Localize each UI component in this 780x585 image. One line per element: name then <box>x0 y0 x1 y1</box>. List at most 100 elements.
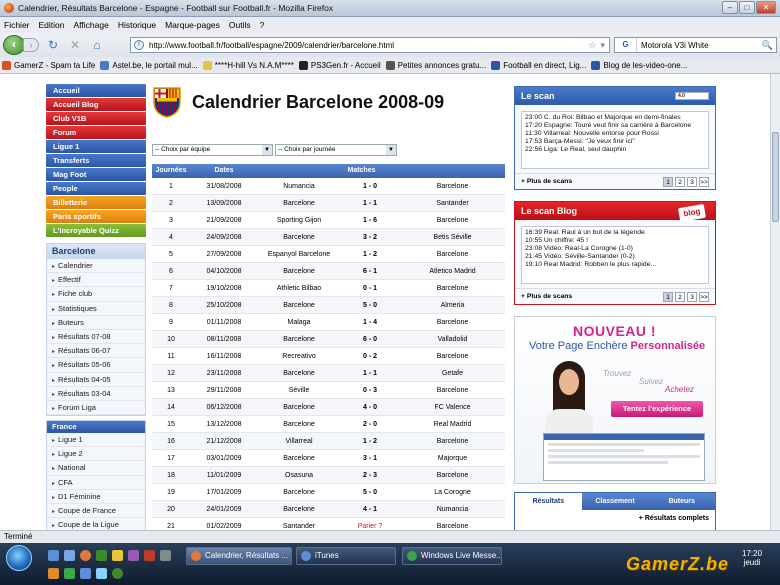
menu-edition[interactable]: Edition <box>39 20 65 30</box>
quicklaunch-icon[interactable] <box>128 550 139 561</box>
url-bar[interactable]: f http://www.football.fr/football/espagn… <box>130 37 610 53</box>
row-home-team[interactable]: Malaga <box>258 319 340 326</box>
row-home-team[interactable]: Barcelone <box>258 234 340 241</box>
page-link[interactable]: 3 <box>687 291 697 302</box>
taskbar-task-button[interactable]: Calendrier, Résultats ... <box>186 547 292 565</box>
row-away-team[interactable]: Barcelone <box>400 472 505 479</box>
page-link[interactable]: 1 <box>663 291 673 302</box>
row-home-team[interactable]: Espanyol Barcelone <box>258 251 340 258</box>
row-away-team[interactable]: Barcelone <box>400 285 505 292</box>
quicklaunch-icon[interactable] <box>80 568 91 579</box>
team-select[interactable]: -- Choix par équipe ▼ <box>152 144 273 156</box>
row-home-team[interactable]: Barcelone <box>258 336 340 343</box>
search-engine-icon[interactable]: G <box>615 38 637 52</box>
more-scans-link[interactable]: + Plus de scans <box>521 178 572 185</box>
row-away-team[interactable]: Barcelone <box>400 217 505 224</box>
search-box[interactable]: G Motorola V3i White 🔍 <box>614 37 777 53</box>
bookmark-item[interactable]: PS3Gen.fr - Accueil <box>298 60 381 70</box>
scan-item[interactable]: 21:45 Vidéo: Séville-Santander (0-2) <box>525 253 705 261</box>
page-link[interactable]: >> <box>699 176 709 187</box>
row-home-team[interactable]: Séville <box>258 387 340 394</box>
page-link[interactable]: 1 <box>663 176 673 187</box>
firefox-quicklaunch-icon[interactable] <box>80 550 91 561</box>
tab-resultats[interactable]: Résultats <box>515 493 582 510</box>
taskbar-task-button[interactable]: Windows Live Messe... <box>402 547 502 565</box>
row-away-team[interactable]: Majorque <box>400 455 505 462</box>
row-away-team[interactable]: FC Valence <box>400 404 505 411</box>
advertisement-banner[interactable]: NOUVEAU ! Votre Page Enchère Personnalis… <box>514 316 716 484</box>
bookmark-item[interactable]: Football en direct, Lig... <box>491 60 586 70</box>
row-home-team[interactable]: Barcelone <box>258 370 340 377</box>
quicklaunch-icon[interactable] <box>96 550 107 561</box>
row-home-team[interactable]: Barcelone <box>258 506 340 513</box>
barcelone-link-resultats-03-04[interactable]: ▸ Résultats 03-04 <box>47 387 145 401</box>
page-link[interactable]: 3 <box>687 176 697 187</box>
page-link[interactable]: 2 <box>675 291 685 302</box>
scan-item[interactable]: 19:10 Real Madrid: Robben le plus rapide… <box>525 261 705 269</box>
quicklaunch-icon[interactable] <box>160 550 171 561</box>
barcelone-link-calendrier[interactable]: ▸ Calendrier <box>47 259 145 274</box>
scan-item[interactable]: 16:39 Real: Raul à un but de la légende <box>525 229 705 237</box>
row-home-team[interactable]: Barcelone <box>258 421 340 428</box>
switch-windows-icon[interactable] <box>64 550 75 561</box>
scan-item[interactable]: 17:53 Barça-Messi: "Je veux finir ici" <box>525 138 705 146</box>
scan-item[interactable]: 17:20 Espagne: Touré veut finir sa carri… <box>525 122 705 130</box>
quicklaunch-icon[interactable] <box>112 568 123 579</box>
back-icon[interactable]: ‹ <box>3 35 25 55</box>
nav-item-l-incroyable-quizz[interactable]: L'Incroyable Quizz <box>46 224 146 237</box>
scan-item[interactable]: 10:55 Un chiffre: 45 ! <box>525 237 705 245</box>
barcelone-link-statistiques[interactable]: ▸ Statistiques <box>47 302 145 316</box>
row-home-team[interactable]: Barcelone <box>258 200 340 207</box>
vertical-scrollbar[interactable] <box>770 74 780 530</box>
bookmark-item[interactable]: Petites annonces gratu... <box>385 60 486 70</box>
rss-badge[interactable]: 4.0 <box>675 92 709 100</box>
row-away-team[interactable]: Betis Séville <box>400 234 505 241</box>
row-home-team[interactable]: Barcelone <box>258 268 340 275</box>
barcelone-link-resultats-05-06[interactable]: ▸ Résultats 05-06 <box>47 358 145 373</box>
row-away-team[interactable]: Barcelone <box>400 319 505 326</box>
reload-icon[interactable]: ↻ <box>45 37 61 53</box>
url-text[interactable]: http://www.football.fr/football/espagne/… <box>149 41 588 50</box>
taskbar-task-button[interactable]: iTunes <box>296 547 396 565</box>
more-blog-scans-link[interactable]: + Plus de scans <box>521 293 572 300</box>
row-away-team[interactable]: La Corogne <box>400 489 505 496</box>
barcelone-link-forum-liga[interactable]: ▸ Forum Liga <box>47 401 145 416</box>
tab-buteurs[interactable]: Buteurs <box>648 493 715 510</box>
row-away-team[interactable]: Atletico Madrid <box>400 268 505 275</box>
row-home-team[interactable]: Barcelone <box>258 404 340 411</box>
quicklaunch-icon[interactable] <box>64 568 75 579</box>
france-link-ligue-2[interactable]: ▸ Ligue 2 <box>47 447 145 462</box>
barcelone-link-resultats-06-07[interactable]: ▸ Résultats 06-07 <box>47 344 145 359</box>
quicklaunch-icon[interactable] <box>48 568 59 579</box>
quicklaunch-icon[interactable] <box>144 550 155 561</box>
scan-item[interactable]: 11:30 Villarreal: Nouvelle entorse pour … <box>525 130 705 138</box>
bookmark-item[interactable]: ****H-hill Vs N.A.M**** <box>202 60 294 70</box>
barcelone-link-buteurs[interactable]: ▸ Buteurs <box>47 316 145 330</box>
home-icon[interactable]: ⌂ <box>89 37 105 53</box>
row-home-team[interactable]: Numancia <box>258 183 340 190</box>
nav-item-mag-foot[interactable]: Mag Foot <box>46 168 146 181</box>
chevron-down-icon[interactable]: ▼ <box>262 145 272 155</box>
row-away-team[interactable]: Barcelone <box>400 387 505 394</box>
ad-cta-button[interactable]: Tentez l'expérience <box>611 401 703 417</box>
france-link-d1-feminine[interactable]: ▸ D1 Féminine <box>47 490 145 504</box>
row-home-team[interactable]: Santander <box>258 523 340 530</box>
full-results-link[interactable]: + Résultats complets <box>515 510 715 522</box>
menu-affichage[interactable]: Affichage <box>74 20 109 30</box>
bookmark-star-icon[interactable]: ☆ <box>588 40 596 51</box>
scan-item[interactable]: 23:00 C. du Roi: Bilbao et Majorque en d… <box>525 114 705 122</box>
row-away-team[interactable]: Barcelone <box>400 523 505 530</box>
scan-item[interactable]: 22:56 Liga: Le Real, seul dauphin <box>525 146 705 154</box>
row-home-team[interactable]: Sporting Gijon <box>258 217 340 224</box>
page-link[interactable]: >> <box>699 291 709 302</box>
menu-marque-pages[interactable]: Marque-pages <box>165 20 220 30</box>
round-select[interactable]: -- Choix par journée ▼ <box>275 144 397 156</box>
row-home-team[interactable]: Villarreal <box>258 438 340 445</box>
row-away-team[interactable]: Barcelone <box>400 353 505 360</box>
minimize-button[interactable]: – <box>722 1 738 14</box>
france-link-coupe-de-france[interactable]: ▸ Coupe de France <box>47 504 145 519</box>
row-home-team[interactable]: Barcelone <box>258 489 340 496</box>
nav-item-people[interactable]: People <box>46 182 146 195</box>
row-home-team[interactable]: Athletic Bilbao <box>258 285 340 292</box>
row-away-team[interactable]: Almeria <box>400 302 505 309</box>
